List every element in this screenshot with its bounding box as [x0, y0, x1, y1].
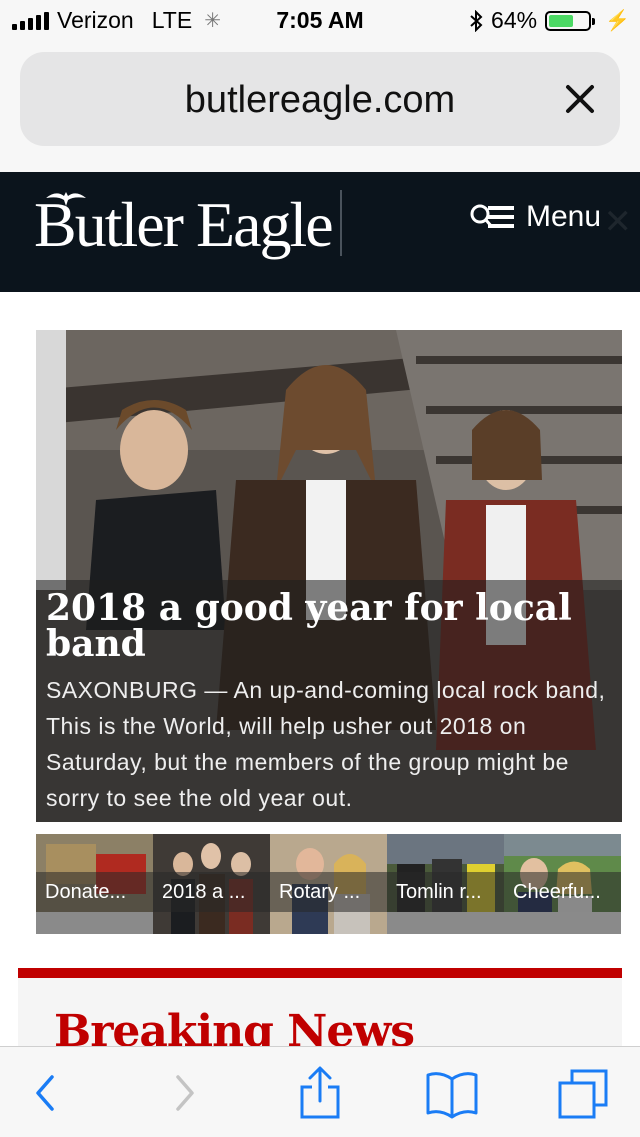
story-carousel: Donate... 2018 a ... Rotary ... Tomlin r… [36, 834, 622, 934]
bluetooth-icon [470, 9, 483, 32]
thumbnail-strip [36, 912, 153, 934]
menu-icon [470, 204, 514, 228]
back-icon[interactable] [18, 1065, 74, 1121]
forward-icon[interactable] [156, 1065, 212, 1121]
address-bar[interactable]: butlereagle.com [20, 52, 620, 146]
breaking-news-rule [18, 968, 622, 978]
close-icon[interactable] [560, 79, 600, 119]
carousel-item-label: Cheerfu... [504, 872, 621, 912]
featured-story-title[interactable]: 2018 a good year for local band [46, 590, 606, 662]
site-logo[interactable]: Butler Eagle [34, 188, 334, 262]
battery-icon [545, 10, 596, 31]
bookmarks-icon[interactable] [424, 1065, 480, 1121]
featured-story-summary: SAXONBURG — An up-and-coming local rock … [46, 677, 606, 811]
header-divider [340, 190, 342, 256]
carousel-item[interactable]: Donate... [36, 834, 153, 934]
carousel-item-label: 2018 a ... [153, 872, 270, 912]
carousel-item-label: Tomlin r... [387, 872, 504, 912]
url-text[interactable]: butlereagle.com [20, 79, 620, 122]
menu-button[interactable]: Menu [470, 200, 601, 234]
featured-story[interactable]: 2018 a good year for local band SAXONBUR… [36, 330, 622, 822]
site-header: Butler Eagle Menu ✕ [0, 172, 640, 292]
address-bar-area: butlereagle.com [0, 40, 640, 172]
status-bar: Verizon LTE ✳ 7:05 AM 64% ⚡ [0, 0, 640, 40]
close-menu-icon[interactable]: ✕ [604, 202, 633, 242]
carousel-item[interactable]: Rotary ... [270, 834, 387, 934]
carousel-item-label: Donate... [36, 872, 153, 912]
battery-percent: 64% [491, 7, 538, 33]
menu-label: Menu [526, 200, 602, 233]
charging-icon: ⚡ [605, 10, 630, 32]
thumbnail-strip [504, 912, 621, 934]
carousel-item[interactable]: Tomlin r... [387, 834, 504, 934]
tabs-icon[interactable] [556, 1065, 612, 1121]
carousel-item[interactable]: 2018 a ... [153, 834, 270, 934]
featured-story-caption: 2018 a good year for local band SAXONBUR… [36, 580, 622, 822]
browser-toolbar [0, 1046, 640, 1137]
carousel-item-label: Rotary ... [270, 872, 387, 912]
thumbnail-strip [387, 912, 504, 934]
carousel-item[interactable]: Cheerfu... [504, 834, 621, 934]
share-icon[interactable] [292, 1065, 348, 1121]
